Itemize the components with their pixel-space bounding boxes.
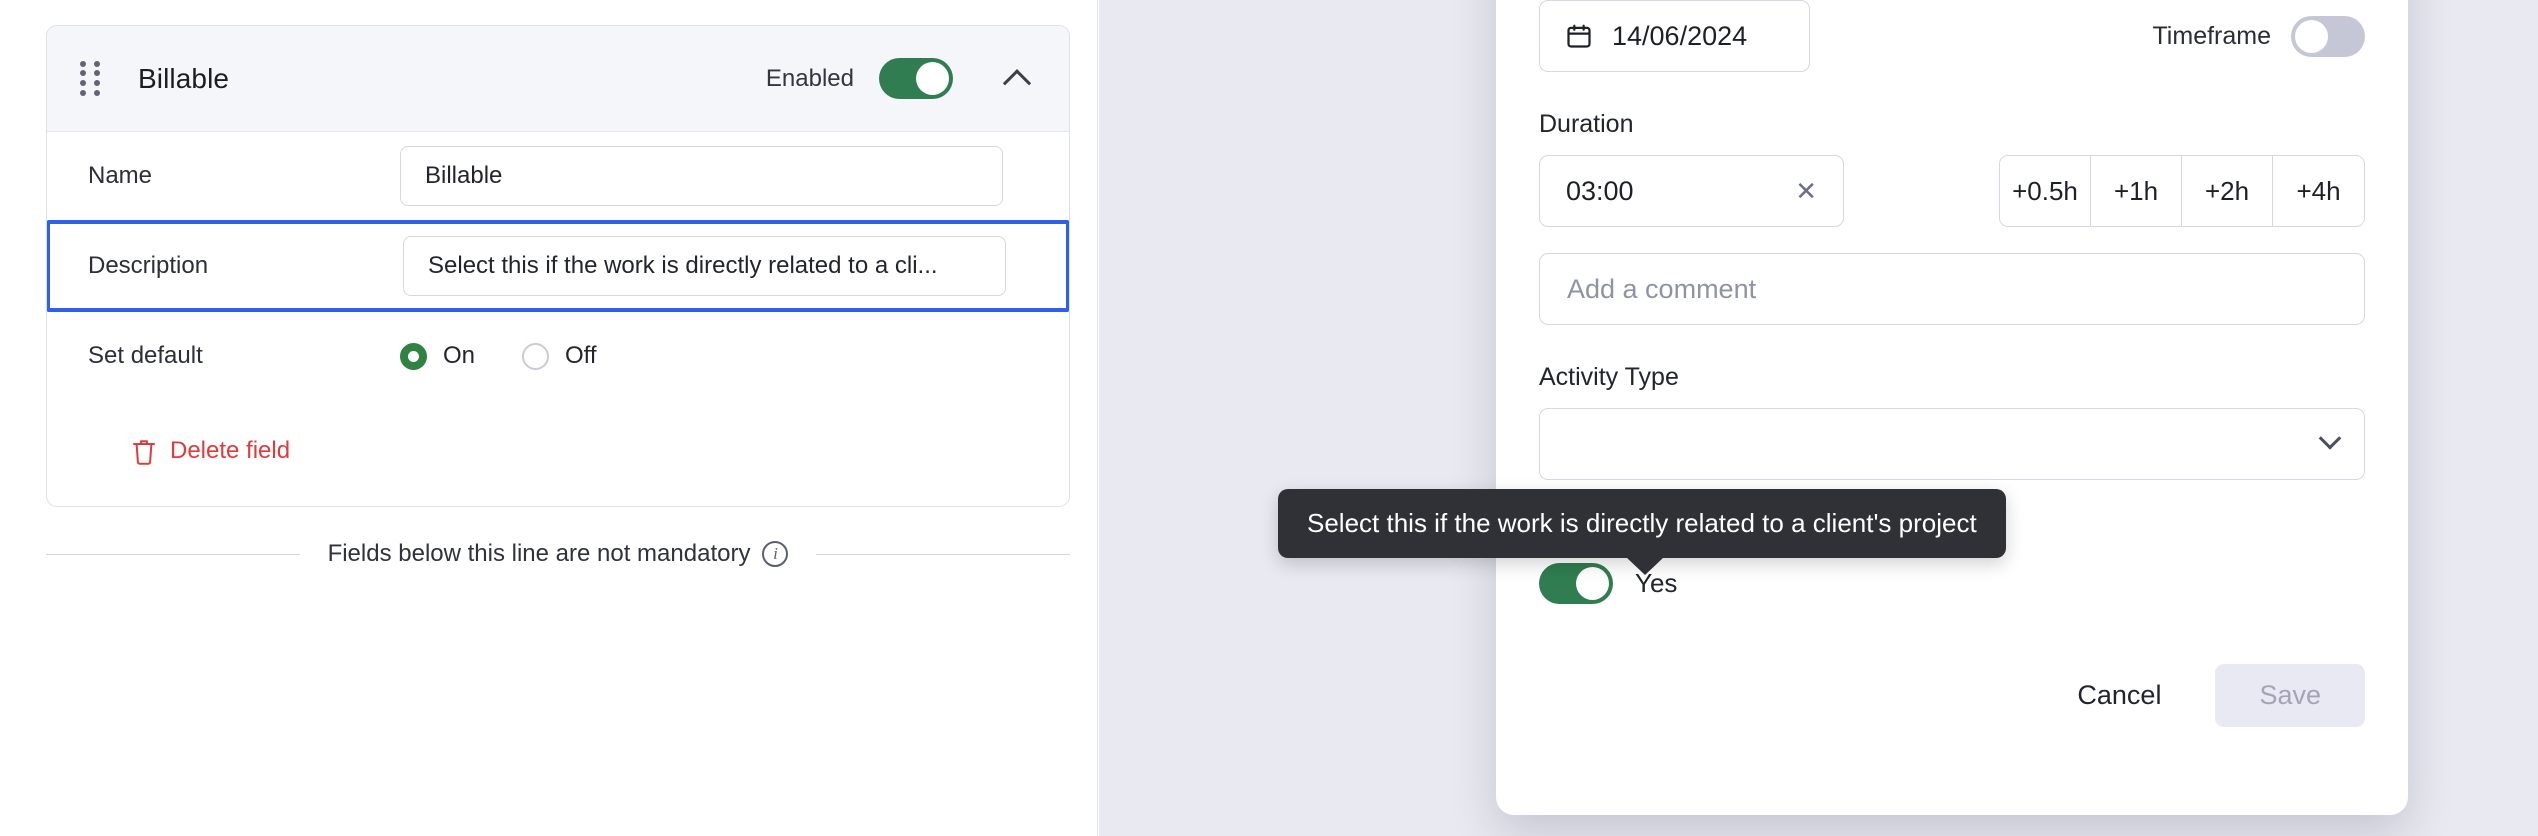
comment-input[interactable]: Add a comment [1539, 253, 2365, 325]
drag-dots-icon[interactable] [80, 60, 102, 97]
enabled-toggle[interactable] [879, 58, 953, 99]
trash-icon [132, 438, 156, 465]
collapse-card-button[interactable] [997, 59, 1037, 99]
quick-add-1h[interactable]: +1h [2091, 156, 2182, 226]
row-name: Name Billable [47, 132, 1069, 220]
radio-on-label: On [443, 342, 476, 369]
duration-input[interactable]: 03:00 ✕ [1539, 155, 1844, 227]
calendar-icon [1565, 22, 1593, 50]
time-entry-modal: Select a board to browse items 14/06/202… [1496, 0, 2408, 815]
modal-actions: Cancel Save [2051, 664, 2365, 727]
field-card-title: Billable [138, 62, 230, 94]
date-picker-button[interactable]: 14/06/2024 [1539, 0, 1810, 72]
close-x-icon[interactable]: ✕ [1795, 178, 1817, 204]
toggle-knob [2295, 19, 2328, 53]
mandatory-text: Fields below this line are not mandatory [327, 540, 751, 567]
field-card-header-controls: Enabled [766, 58, 1069, 99]
radio-on-icon [400, 342, 427, 370]
date-value: 14/06/2024 [1612, 20, 1748, 51]
description-tooltip: Select this if the work is directly rela… [1278, 489, 2006, 575]
activity-type-select[interactable] [1539, 408, 2365, 480]
date-row: 14/06/2024 Timeframe [1539, 0, 2365, 72]
set-default-radio-group: On Off [400, 342, 644, 370]
field-card-billable: Billable Enabled Name Billable Descripti… [46, 25, 1070, 507]
info-circle-icon[interactable]: i [762, 541, 789, 567]
delete-field-button[interactable]: Delete field [47, 437, 1069, 465]
chevron-down-icon [2318, 427, 2342, 450]
screen-root: Billable Enabled Name Billable Descripti… [0, 0, 2538, 836]
radio-off-label: Off [565, 342, 597, 369]
delete-field-label: Delete field [170, 437, 291, 464]
tooltip-text: Select this if the work is directly rela… [1307, 508, 1977, 538]
duration-label: Duration [1539, 110, 1634, 138]
activity-type-label: Activity Type [1539, 363, 1679, 391]
field-card-body: Name Billable Description Select this if… [47, 132, 1069, 465]
billable-toggle[interactable] [1539, 563, 1613, 604]
duration-quick-add-group: +0.5h +1h +2h +4h [1999, 155, 2365, 227]
save-button[interactable]: Save [2215, 664, 2365, 727]
timeframe-control: Timeframe [2152, 15, 2365, 57]
name-input[interactable]: Billable [400, 146, 1003, 206]
quick-add-2h[interactable]: +2h [2182, 156, 2273, 226]
row-description[interactable]: Description Select this if the work is d… [47, 220, 1069, 312]
field-card-header: Billable Enabled [47, 26, 1069, 132]
radio-off-icon [522, 342, 550, 370]
chevron-up-icon [1002, 68, 1032, 97]
timeframe-label: Timeframe [2152, 21, 2271, 50]
enabled-label: Enabled [765, 64, 854, 92]
duration-row: 03:00 ✕ +0.5h +1h +2h +4h [1539, 155, 2365, 227]
toggle-knob [1576, 567, 1609, 600]
comment-placeholder: Add a comment [1567, 273, 1757, 304]
tooltip-arrow [1626, 557, 1664, 575]
set-default-label: Set default [88, 342, 203, 369]
radio-option-on[interactable]: On [400, 342, 475, 370]
quick-add-4h[interactable]: +4h [2273, 156, 2364, 226]
duration-value: 03:00 [1566, 175, 1634, 206]
toggle-knob [916, 62, 949, 95]
description-label: Description [88, 252, 209, 279]
divider-line-right [816, 553, 1071, 555]
quick-add-0-5h[interactable]: +0.5h [2000, 156, 2091, 226]
field-settings-pane: Billable Enabled Name Billable Descripti… [0, 0, 1098, 836]
description-input[interactable]: Select this if the work is directly rela… [403, 236, 1006, 296]
name-label: Name [88, 162, 153, 189]
radio-option-off[interactable]: Off [522, 342, 597, 370]
divider-line-left [46, 553, 300, 555]
cancel-button[interactable]: Cancel [2051, 666, 2187, 725]
mandatory-divider: Fields below this line are not mandatory… [46, 540, 1071, 568]
timeframe-toggle[interactable] [2291, 15, 2365, 57]
row-set-default: Set default On Off [47, 312, 1069, 400]
divider-center: Fields below this line are not mandatory… [300, 540, 817, 568]
